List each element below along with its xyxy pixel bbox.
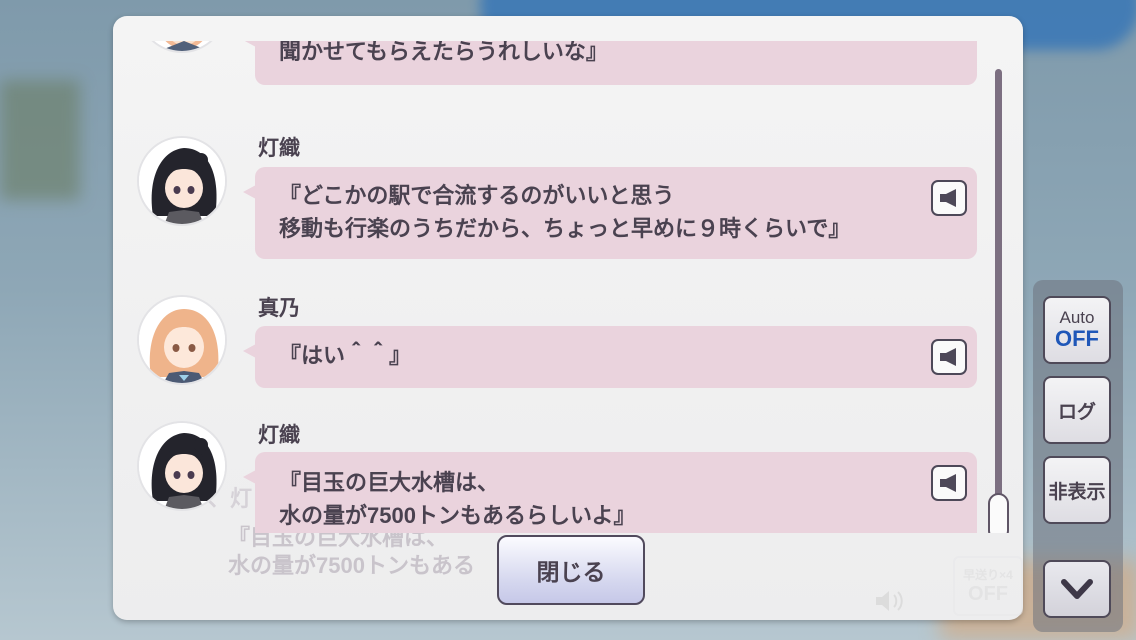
side-panel: Auto OFF ログ 非表示 — [1033, 280, 1123, 632]
dialog-text: 聞かせてもらえたらうれしいな』 — [279, 41, 608, 64]
avatar-mano — [137, 295, 227, 385]
background-shape — [0, 80, 80, 200]
speaker-name: 真乃 — [258, 297, 300, 320]
avatar-mano — [137, 41, 227, 53]
speaker-name: 灯織 — [258, 137, 300, 160]
scroll-down-button[interactable] — [1043, 560, 1111, 618]
hide-button[interactable]: 非表示 — [1043, 456, 1111, 524]
log-button[interactable]: ログ — [1043, 376, 1111, 444]
dialog-text: 『はい＾＾』 — [279, 343, 412, 368]
dialog-bubble: 聞かせてもらえたらうれしいな』 — [243, 41, 977, 85]
speaker-icon — [876, 591, 903, 611]
dialog-text: 『目玉の巨大水槽は、 水の量が7500トンもあるらしいよ』 — [279, 470, 636, 528]
voice-replay-button[interactable] — [931, 465, 967, 501]
scrollbar-thumb[interactable] — [988, 493, 1009, 533]
avatar-hiori — [137, 136, 227, 226]
close-button[interactable]: 閉じる — [497, 535, 645, 605]
voice-replay-button[interactable] — [931, 180, 967, 216]
auto-label: Auto — [1059, 308, 1095, 327]
auto-button[interactable]: Auto OFF — [1043, 296, 1111, 364]
log-button-label: ログ — [1057, 401, 1096, 423]
dialog-text: 『どこかの駅で合流するのがいいと思う 移動も行楽のうちだから、ちょっと早めに９時… — [279, 183, 851, 241]
log-list[interactable]: 聞かせてもらえたらうれしいな』 灯織 『どこかの駅で合流するのがいいと思う 移動… — [113, 41, 1023, 533]
skip-indicator: 早送り×4 OFF — [953, 556, 1023, 616]
speaker-icon — [940, 348, 956, 366]
dialog-bubble: 『目玉の巨大水槽は、 水の量が7500トンもあるらしいよ』 — [243, 452, 977, 533]
speaker-icon — [940, 474, 956, 492]
speaker-name: 灯織 — [258, 424, 300, 447]
scrollbar-track[interactable] — [995, 69, 1002, 533]
voice-replay-button[interactable] — [931, 339, 967, 375]
auto-state: OFF — [1055, 326, 1099, 351]
hide-button-label: 非表示 — [1048, 481, 1106, 503]
log-window: 、灯 『目玉の巨大水槽は、 水の量が7500トンもある 聞かせてもらえたらうれし… — [113, 16, 1023, 620]
dialog-bubble: 『どこかの駅で合流するのがいいと思う 移動も行楽のうちだから、ちょっと早めに９時… — [243, 167, 977, 259]
dialog-bubble: 『はい＾＾』 — [243, 326, 977, 388]
chevron-down-icon — [1061, 579, 1093, 599]
avatar-hiori — [137, 421, 227, 511]
speaker-icon — [940, 189, 956, 207]
